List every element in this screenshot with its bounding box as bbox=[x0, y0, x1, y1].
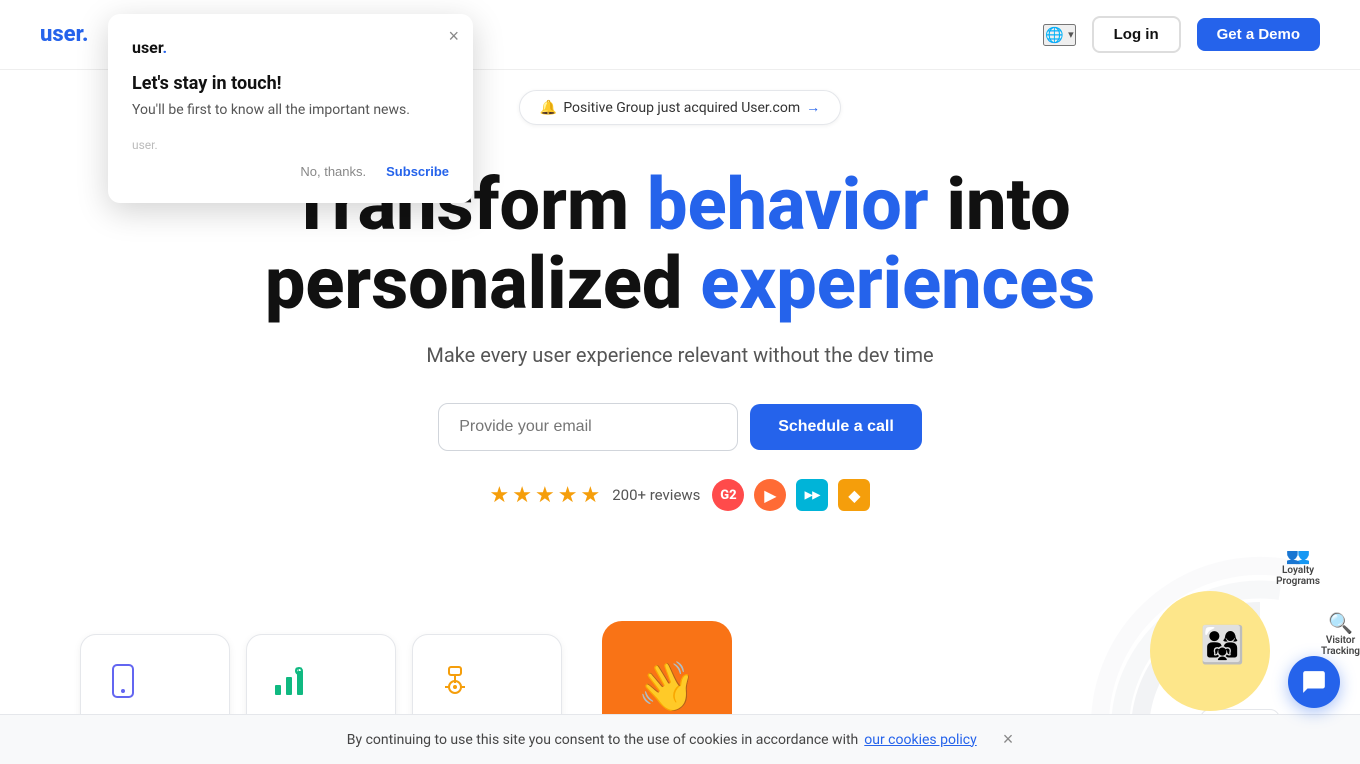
popup-dismiss-button[interactable]: No, thanks. bbox=[300, 164, 366, 179]
globe-icon: 🌐 bbox=[1045, 26, 1064, 44]
star-rating: ★ ★ ★ ★ ★ bbox=[490, 483, 601, 508]
chat-bubble-button[interactable] bbox=[1288, 656, 1340, 708]
svg-text:👨‍👩‍👧: 👨‍👩‍👧 bbox=[1200, 624, 1245, 666]
visitor-tracking-label: 🔍 VisitorTracking bbox=[1321, 611, 1360, 657]
review-logos: G2 ▶ ▶▶ ◆ bbox=[712, 479, 870, 511]
reviews-row: ★ ★ ★ ★ ★ 200+ reviews G2 ▶ ▶▶ ◆ bbox=[40, 479, 1320, 511]
announcement-emoji: 🔔 bbox=[540, 100, 557, 116]
email-input[interactable] bbox=[438, 403, 738, 451]
wave-icon: 👋 bbox=[637, 658, 697, 715]
cookie-bar: By continuing to use this site you conse… bbox=[0, 714, 1360, 764]
loyalty-label: 👥 LoyaltyPrograms bbox=[1276, 551, 1320, 587]
star-5: ★ bbox=[580, 483, 600, 508]
popup-actions: No, thanks. Subscribe bbox=[132, 164, 449, 179]
star-1: ★ bbox=[490, 483, 510, 508]
hero-line2: personalized experiences bbox=[265, 241, 1095, 326]
popup-logo-dot: . bbox=[162, 38, 167, 57]
logo[interactable]: user. bbox=[40, 22, 89, 47]
kendo-logo: ▶▶ bbox=[796, 479, 828, 511]
data-icon: 01 bbox=[271, 663, 371, 703]
activecampaign-logo: ▶ bbox=[754, 479, 786, 511]
popup-title: Let's stay in touch! bbox=[132, 73, 449, 94]
svg-text:01: 01 bbox=[295, 667, 303, 675]
hero-line1-blue: behavior bbox=[647, 162, 929, 247]
hero-line2-start: personalized bbox=[265, 241, 701, 326]
visitor-tracking-text: VisitorTracking bbox=[1321, 635, 1360, 657]
cookie-close-button[interactable]: × bbox=[1003, 729, 1014, 750]
mobile-icon bbox=[105, 663, 205, 703]
integrations-icon bbox=[437, 663, 537, 703]
popup-bottom-logo: user. bbox=[132, 138, 449, 152]
hero-line2-blue: experiences bbox=[700, 241, 1095, 326]
popup-close-button[interactable]: × bbox=[448, 26, 459, 47]
source-logo: ◆ bbox=[838, 479, 870, 511]
logo-text: user. bbox=[40, 22, 89, 47]
newsletter-popup: × user. Let's stay in touch! You'll be f… bbox=[108, 14, 473, 203]
hero-line1-end: into bbox=[929, 162, 1071, 247]
globe-button[interactable]: 🌐 ▾ bbox=[1043, 24, 1075, 46]
get-demo-button[interactable]: Get a Demo bbox=[1197, 18, 1320, 51]
loyalty-text: LoyaltyPrograms bbox=[1276, 565, 1320, 587]
navbar-right: 🌐 ▾ Log in Get a Demo bbox=[1043, 16, 1320, 53]
popup-logo: user. bbox=[132, 38, 449, 57]
announcement-text: Positive Group just acquired User.com bbox=[563, 100, 800, 116]
popup-subscribe-button[interactable]: Subscribe bbox=[386, 164, 449, 179]
popup-logo-text: user. bbox=[132, 38, 167, 57]
loyalty-icon: 👥 bbox=[1276, 551, 1320, 565]
login-button[interactable]: Log in bbox=[1092, 16, 1181, 53]
cta-row: Schedule a call bbox=[40, 403, 1320, 451]
popup-body: You'll be first to know all the importan… bbox=[132, 102, 449, 118]
g2-logo: G2 bbox=[712, 479, 744, 511]
cookie-text: By continuing to use this site you conse… bbox=[347, 732, 859, 748]
review-count: 200+ reviews bbox=[612, 486, 700, 504]
star-2: ★ bbox=[512, 483, 532, 508]
announcement-arrow-icon: → bbox=[806, 99, 820, 116]
hero-subtitle: Make every user experience relevant with… bbox=[40, 343, 1320, 367]
cookie-policy-link[interactable]: our cookies policy bbox=[864, 732, 976, 748]
star-4: ★ bbox=[558, 483, 578, 508]
chat-icon bbox=[1301, 669, 1327, 695]
globe-chevron-icon: ▾ bbox=[1068, 28, 1074, 41]
visitor-tracking-icon: 🔍 bbox=[1321, 611, 1360, 635]
star-3: ★ bbox=[535, 483, 555, 508]
announcement-pill[interactable]: 🔔 Positive Group just acquired User.com … bbox=[519, 90, 841, 125]
schedule-call-button[interactable]: Schedule a call bbox=[750, 404, 922, 450]
